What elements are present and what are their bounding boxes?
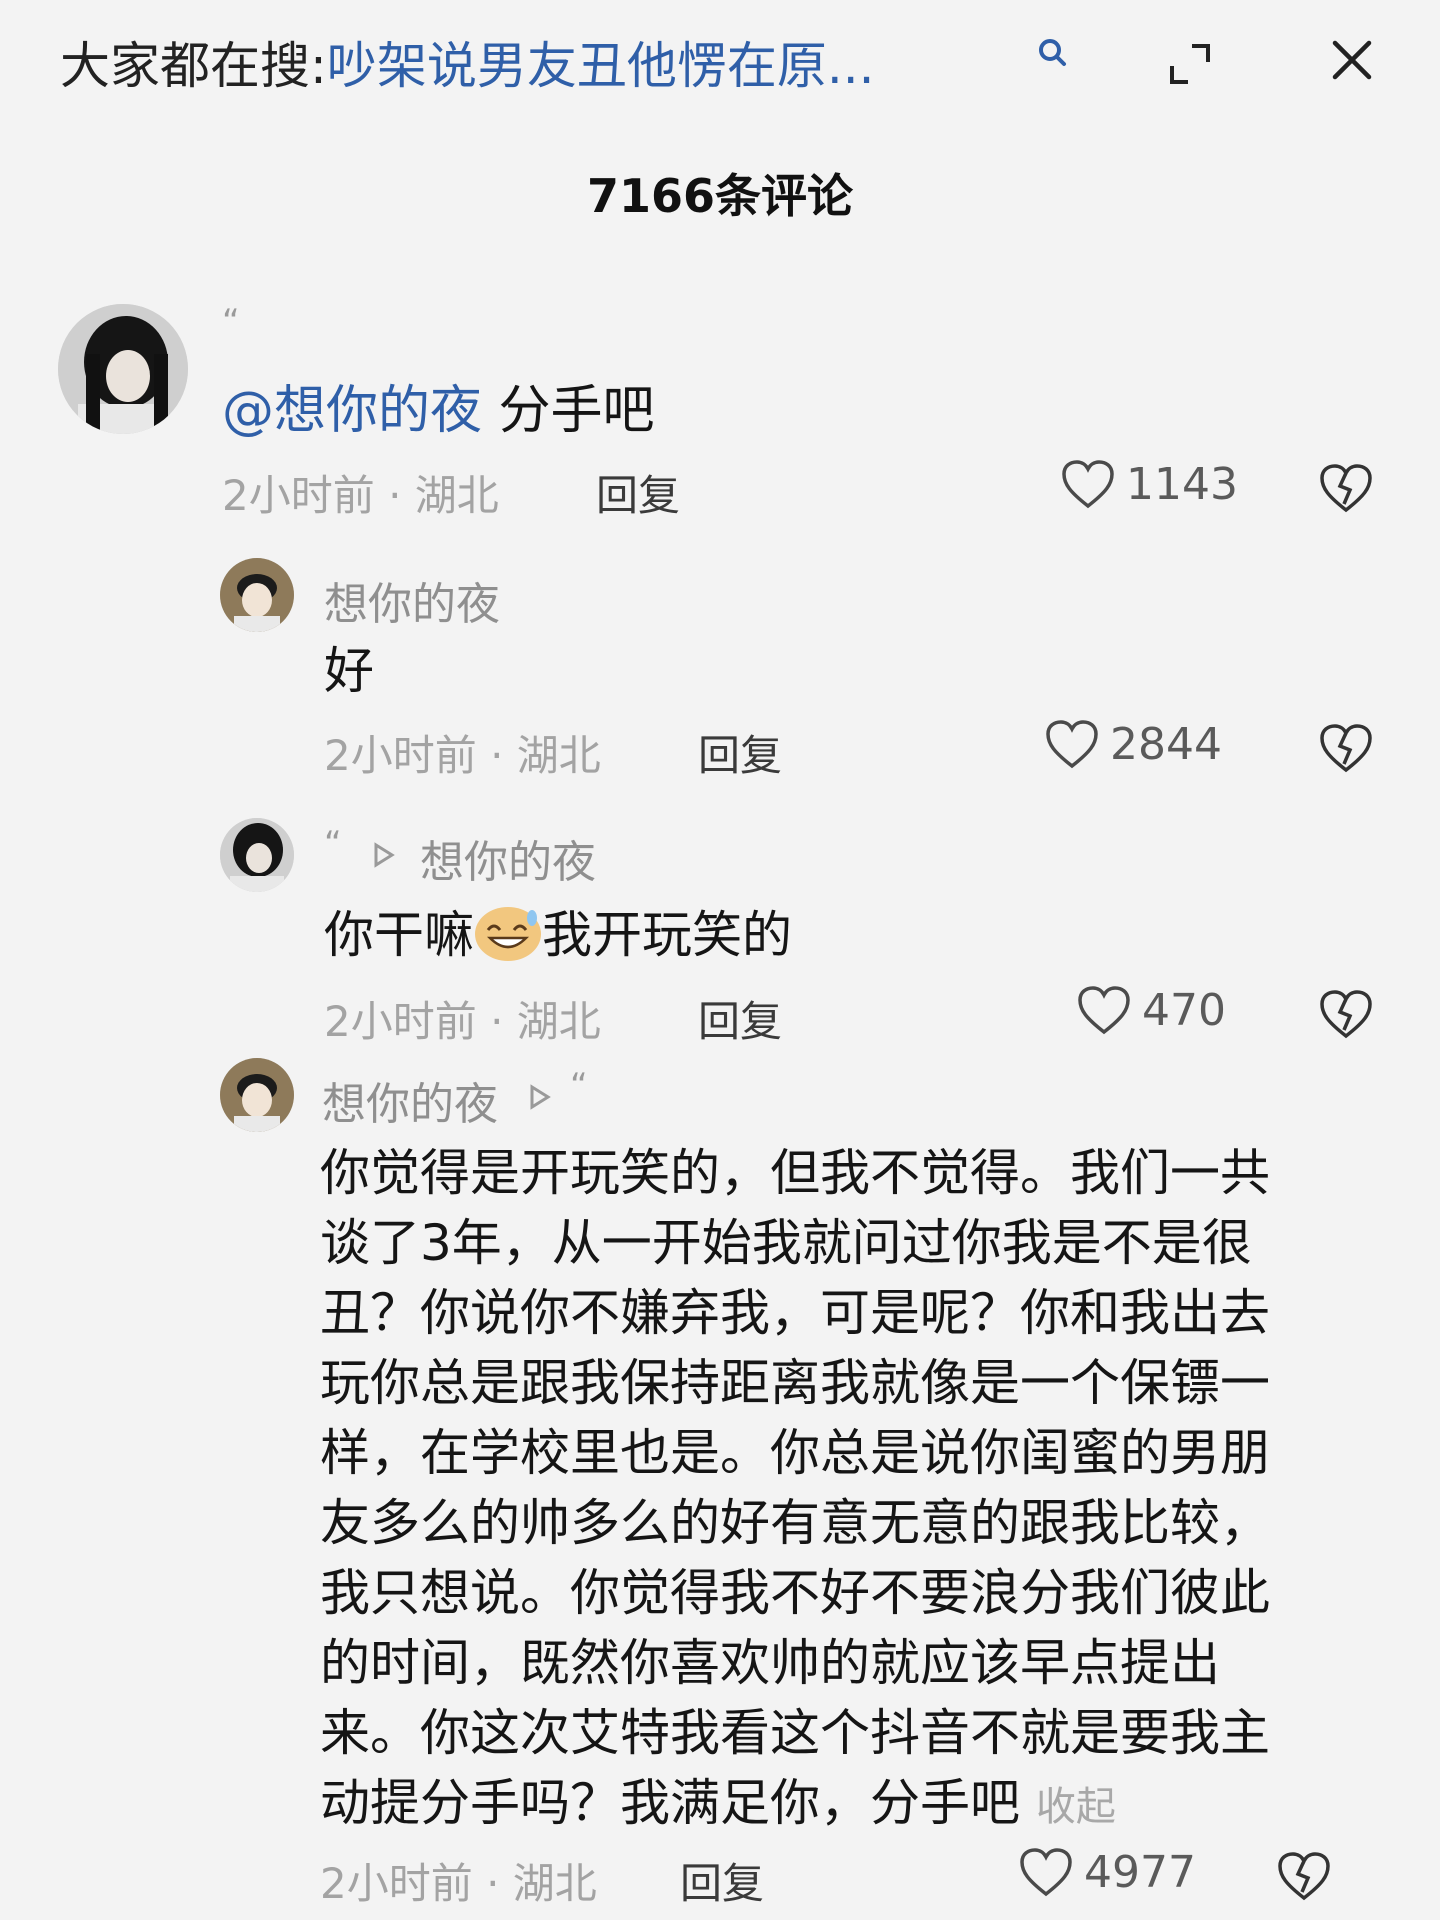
avatar[interactable] (58, 304, 188, 434)
heart-icon (1060, 458, 1116, 510)
quote-mark: “ (570, 1066, 588, 1106)
comment-body: 分手吧 (482, 381, 655, 441)
broken-heart-icon (1318, 722, 1374, 774)
meta-separator: · (476, 731, 517, 780)
reply-to-username[interactable]: 想你的夜 (420, 826, 596, 890)
avatar[interactable] (220, 818, 294, 892)
comment-line: 玩你总是跟我保持距离我就像是一个保镖一 (320, 1354, 1270, 1412)
comment-count-title: 7166条评论 (586, 169, 854, 223)
comment-time: 2小时前 (320, 1859, 473, 1908)
comment-text: @想你的夜 分手吧 (222, 376, 655, 446)
avatar[interactable] (220, 1058, 294, 1132)
dislike-button[interactable] (1276, 1850, 1332, 1902)
heart-icon (1076, 984, 1132, 1036)
reply-button[interactable]: 回复 (596, 462, 680, 523)
like-button[interactable]: 4977 (1018, 1846, 1196, 1898)
comment-text: 好 (324, 642, 374, 700)
comment-line: 谈了3年，从一开始我就问过你我是不是很 (320, 1214, 1252, 1272)
close-icon[interactable] (1322, 30, 1382, 90)
reply-button[interactable]: 回复 (680, 1850, 764, 1911)
like-button[interactable]: 1143 (1060, 458, 1238, 510)
search-icon[interactable] (1030, 30, 1074, 74)
meta-separator: · (476, 997, 517, 1046)
comment-body-continued: 我开玩笑的 (542, 906, 792, 964)
search-prefix: 大家都在搜: (60, 37, 327, 95)
like-button[interactable]: 2844 (1044, 718, 1222, 770)
collapse-button[interactable]: 收起 (1036, 1784, 1116, 1830)
comment-body: 你干嘛 (324, 906, 474, 964)
like-count: 1143 (1126, 458, 1238, 510)
search-query-link[interactable]: 吵架说男友丑他愣在原... (327, 37, 875, 95)
comment-line-last: 动提分手吗？我满足你，分手吧 收起 (320, 1768, 1340, 1842)
comment-location: 湖北 (516, 997, 601, 1046)
play-icon (372, 842, 396, 872)
expand-icon[interactable] (1160, 34, 1220, 94)
trending-search-bar[interactable]: 大家都在搜:吵架说男友丑他愣在原... (60, 26, 875, 98)
avatar[interactable] (220, 558, 294, 632)
dislike-button[interactable] (1318, 988, 1374, 1040)
comment-time: 2小时前 (324, 997, 477, 1046)
comment-text: 你觉得是开玩笑的，但我不觉得。我们一共 谈了3年，从一开始我就问过你我是不是很 … (320, 1138, 1340, 1842)
reply-button[interactable]: 回复 (698, 988, 782, 1049)
comment-line: 样，在学校里也是。你总是说你闺蜜的男朋 (320, 1424, 1270, 1482)
comment-line: 来。你这次艾特我看这个抖音不就是要我主 (320, 1704, 1270, 1762)
like-button[interactable]: 470 (1076, 984, 1226, 1036)
comment-line: 动提分手吗？我满足你，分手吧 (320, 1774, 1020, 1832)
comment-location: 湖北 (414, 471, 499, 520)
comment-meta: 2小时前 · 湖北 (222, 462, 499, 523)
comment-line: 的时间，既然你喜欢帅的就应该早点提出 (320, 1634, 1220, 1692)
like-count: 2844 (1110, 718, 1222, 770)
dislike-button[interactable] (1318, 722, 1374, 774)
reply-button[interactable]: 回复 (698, 722, 782, 783)
meta-separator: · (374, 471, 415, 520)
comment-line: 友多么的帅多么的好有意无意的跟我比较， (320, 1494, 1270, 1552)
quote-mark: “ (324, 824, 342, 864)
comment-line: 丑？你说你不嫌弃我，可是呢？你和我出去 (320, 1284, 1270, 1342)
mention-link[interactable]: @想你的夜 (222, 381, 482, 441)
comment-line: 你觉得是开玩笑的，但我不觉得。我们一共 (320, 1144, 1270, 1202)
play-icon (528, 1084, 552, 1114)
comment-location: 湖北 (512, 1859, 597, 1908)
meta-separator: · (472, 1859, 513, 1908)
heart-icon (1018, 1846, 1074, 1898)
comment-line: 我只想说。你觉得我不好不要浪分我们彼此 (320, 1564, 1270, 1622)
quote-mark: “ (222, 302, 240, 342)
username[interactable]: 想你的夜 (324, 568, 500, 632)
username[interactable]: 想你的夜 (322, 1068, 498, 1132)
top-bar: 大家都在搜:吵架说男友丑他愣在原... (0, 0, 1440, 120)
like-count: 4977 (1084, 1846, 1196, 1898)
broken-heart-icon (1318, 462, 1374, 514)
dislike-button[interactable] (1318, 462, 1374, 514)
comment-meta: 2小时前 · 湖北 (324, 988, 601, 1049)
comment-meta: 2小时前 · 湖北 (324, 722, 601, 783)
broken-heart-icon (1276, 1850, 1332, 1902)
like-count: 470 (1142, 984, 1226, 1036)
comment-time: 2小时前 (222, 471, 375, 520)
comment-text: 你干嘛 我开玩笑的 (324, 900, 792, 970)
comment-time: 2小时前 (324, 731, 477, 780)
broken-heart-icon (1318, 988, 1374, 1040)
heart-icon (1044, 718, 1100, 770)
comment-meta: 2小时前 · 湖北 (320, 1850, 597, 1911)
comment-location: 湖北 (516, 731, 601, 780)
sweat-smile-emoji (474, 904, 542, 962)
